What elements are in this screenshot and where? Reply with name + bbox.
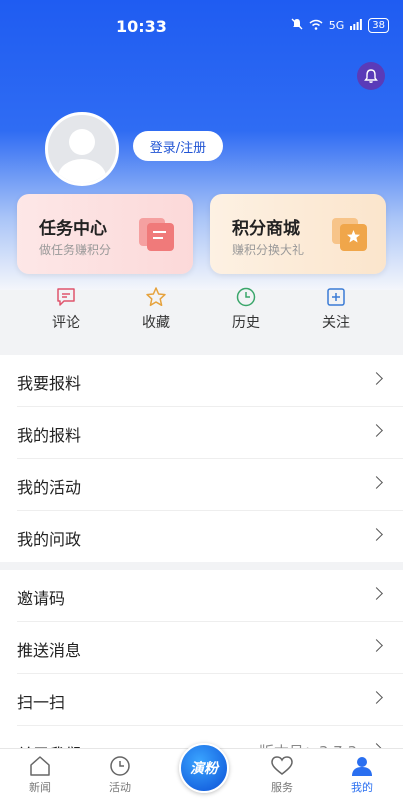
avatar[interactable] [45, 112, 119, 186]
heart-icon [271, 756, 293, 775]
chevron-right-icon [370, 639, 383, 652]
menu-item-push-notifications[interactable]: 推送消息 [17, 622, 403, 674]
notification-bell-button[interactable] [357, 62, 385, 90]
tab-label: 我的 [351, 781, 373, 794]
comment-shortcut[interactable]: 评论 [36, 286, 96, 332]
favorites-label: 收藏 [142, 315, 170, 331]
favorites-shortcut[interactable]: 收藏 [126, 286, 186, 332]
user-icon [352, 757, 372, 776]
menu-item-label: 我的问政 [17, 530, 82, 549]
history-label: 历史 [232, 315, 260, 331]
battery-indicator: 38 [368, 18, 389, 33]
menu-item-label: 邀请码 [17, 589, 66, 608]
card-subtitle: 做任务赚积分 [39, 243, 112, 257]
signal-icon [350, 18, 363, 33]
menu-item-label: 我的活动 [17, 478, 82, 497]
tab-news[interactable]: 新闻 [10, 755, 70, 795]
chevron-right-icon [370, 424, 383, 437]
network-label: 5G [328, 19, 345, 32]
card-title: 任务中心 [39, 219, 107, 239]
mute-icon [291, 18, 303, 33]
menu-item-label: 扫一扫 [17, 693, 66, 712]
menu-item-scan[interactable]: 扫一扫 [17, 674, 403, 726]
status-icons: 5G 38 [291, 18, 389, 33]
card-title: 积分商城 [232, 219, 300, 239]
tab-label: 新闻 [29, 781, 51, 794]
menu-item-submit-report[interactable]: 我要报料 [17, 355, 403, 407]
clock-icon [236, 287, 256, 307]
comment-label: 评论 [52, 315, 80, 331]
wifi-icon [309, 19, 323, 33]
menu-item-my-activities[interactable]: 我的活动 [17, 459, 403, 511]
chevron-right-icon [370, 528, 383, 541]
bottom-tab-bar: 新闻 活动 演粉 服务 我的 [0, 743, 403, 801]
star-icon [146, 287, 166, 307]
menu-item-label: 我的报料 [17, 426, 82, 445]
menu-item-my-reports[interactable]: 我的报料 [17, 407, 403, 459]
comment-icon [57, 288, 75, 306]
menu-item-invite-code[interactable]: 邀请码 [17, 570, 403, 622]
status-bar: 10:33 5G 38 [0, 0, 403, 54]
menu-item-label: 我要报料 [17, 374, 82, 393]
tab-activities[interactable]: 活动 [90, 755, 150, 795]
tab-mine[interactable]: 我的 [332, 755, 392, 795]
chevron-right-icon [370, 476, 383, 489]
chevron-right-icon [370, 587, 383, 600]
follow-label: 关注 [322, 315, 350, 331]
chevron-right-icon [370, 691, 383, 704]
tab-label: 服务 [271, 781, 293, 794]
card-subtitle: 赚积分换大礼 [232, 243, 305, 257]
home-icon [30, 756, 50, 776]
task-center-card[interactable]: 任务中心 做任务赚积分 [17, 194, 193, 274]
tab-label: 活动 [109, 781, 131, 794]
task-list-icon [139, 218, 174, 251]
menu-group-personal: 我要报料 我的报料 我的活动 我的问政 [0, 355, 403, 562]
menu-item-my-inquiries[interactable]: 我的问政 [17, 511, 403, 562]
status-time: 10:33 [116, 17, 167, 36]
bell-icon [364, 69, 378, 83]
follow-icon [327, 288, 345, 306]
tab-services[interactable]: 服务 [252, 755, 312, 795]
points-mall-card[interactable]: 积分商城 赚积分换大礼 [210, 194, 386, 274]
follow-shortcut[interactable]: 关注 [306, 286, 366, 332]
menu-item-label: 推送消息 [17, 641, 82, 660]
app-logo-button[interactable]: 演粉 [179, 743, 229, 793]
gift-box-icon [332, 218, 367, 251]
clock-icon [110, 756, 130, 776]
history-shortcut[interactable]: 历史 [216, 286, 276, 332]
default-avatar-icon [58, 129, 106, 183]
login-register-button[interactable]: 登录/注册 [133, 131, 223, 161]
chevron-right-icon [370, 372, 383, 385]
